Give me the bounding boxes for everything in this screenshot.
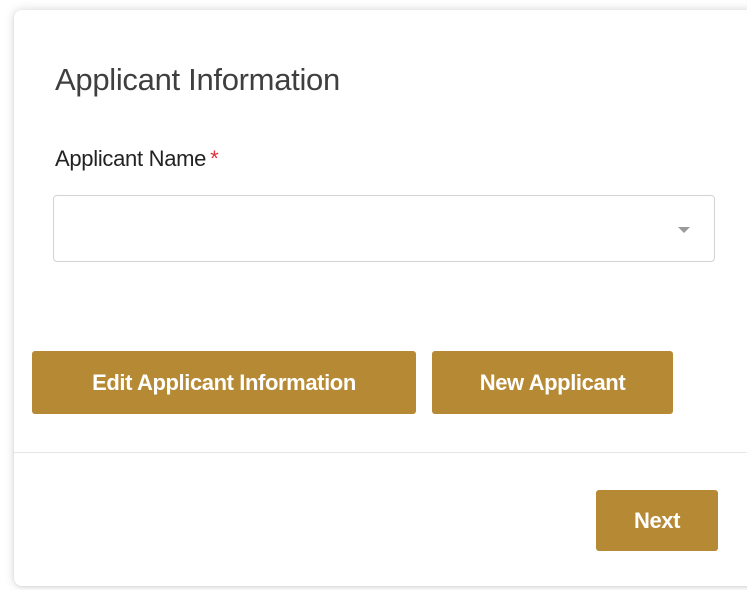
applicant-name-label-text: Applicant Name bbox=[55, 146, 207, 171]
caret-down-icon bbox=[678, 227, 690, 233]
footer-divider bbox=[14, 452, 747, 453]
next-button[interactable]: Next bbox=[596, 490, 718, 551]
new-applicant-button[interactable]: New Applicant bbox=[432, 351, 673, 414]
edit-applicant-information-button[interactable]: Edit Applicant Information bbox=[32, 351, 416, 414]
applicant-name-label: Applicant Name * bbox=[55, 146, 219, 172]
applicant-name-select[interactable] bbox=[53, 195, 715, 262]
required-asterisk: * bbox=[210, 146, 219, 171]
section-title: Applicant Information bbox=[55, 62, 340, 97]
